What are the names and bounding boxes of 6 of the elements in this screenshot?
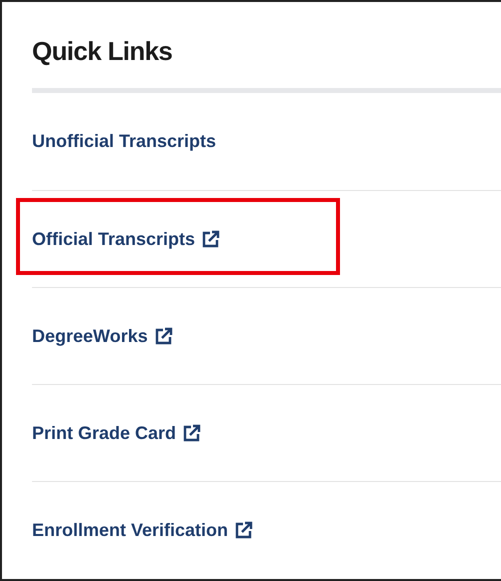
- quick-link[interactable]: DegreeWorks: [32, 322, 174, 350]
- card-title: Quick Links: [32, 35, 174, 68]
- quick-link[interactable]: Unofficial Transcripts: [32, 128, 216, 155]
- quick-link[interactable]: Official Transcripts: [32, 226, 222, 252]
- quick-link[interactable]: Print Grade Card: [32, 420, 202, 446]
- quick-link[interactable]: Enrollment Verification: [32, 516, 254, 544]
